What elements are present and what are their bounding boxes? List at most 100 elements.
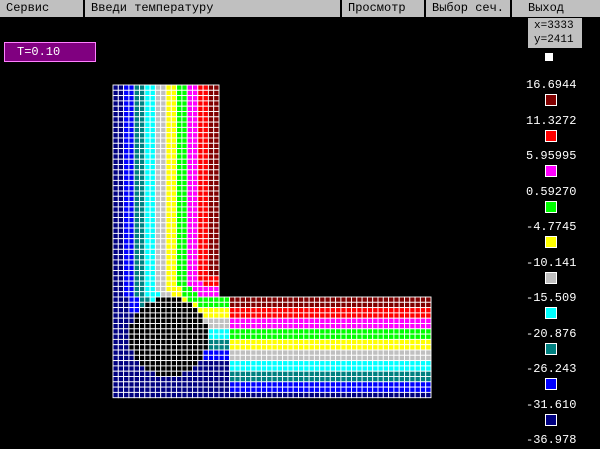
field-cell <box>398 344 405 351</box>
field-cell <box>123 285 130 293</box>
field-cell <box>160 386 167 393</box>
field-cell <box>112 169 119 176</box>
field-cell <box>366 365 374 372</box>
field-cell <box>117 222 125 229</box>
field-cell <box>186 386 193 393</box>
field-cell <box>123 121 130 128</box>
field-cell <box>181 132 188 139</box>
field-cell <box>356 317 363 324</box>
field-cell <box>181 376 188 383</box>
field-cell <box>186 105 193 112</box>
field-cell <box>398 354 405 362</box>
field-cell <box>345 386 352 393</box>
field-cell <box>144 386 151 393</box>
field-cell <box>207 254 215 261</box>
field-cell <box>298 354 305 362</box>
field-cell <box>382 333 390 340</box>
field-cell <box>276 349 284 356</box>
legend-swatch <box>545 413 557 426</box>
menu-enter-temperature[interactable]: Введи температуру <box>85 0 342 17</box>
field-cell <box>170 169 178 176</box>
hole-cell <box>144 349 151 356</box>
field-cell <box>356 296 363 303</box>
field-cell <box>361 365 368 372</box>
field-cell <box>133 227 140 234</box>
field-cell <box>298 338 305 346</box>
field-cell <box>292 354 299 362</box>
field-cell <box>197 248 204 256</box>
field-cell <box>117 264 125 271</box>
field-cell <box>377 360 384 367</box>
field-cell <box>170 232 178 240</box>
field-cell <box>176 111 183 118</box>
field-cell <box>197 132 204 139</box>
field-cell <box>202 291 209 298</box>
hole-cell <box>176 312 183 319</box>
field-cell <box>425 301 432 309</box>
field-cell <box>149 158 156 165</box>
field-cell <box>409 307 416 314</box>
menu-service[interactable]: Сервис <box>0 0 85 17</box>
field-cell <box>181 153 188 160</box>
field-cell <box>308 301 315 309</box>
field-cell <box>393 386 400 393</box>
field-cell <box>170 275 178 282</box>
field-cell <box>176 201 183 208</box>
field-cell <box>276 301 284 309</box>
field-cell <box>197 195 204 203</box>
field-cell <box>186 100 193 107</box>
menu-view[interactable]: Просмотр <box>342 0 426 17</box>
field-cell <box>409 344 416 351</box>
field-cell <box>133 259 140 266</box>
field-cell <box>393 338 400 346</box>
field-cell <box>351 360 358 367</box>
hole-cell <box>186 333 193 340</box>
hole-cell <box>202 344 209 351</box>
field-cell <box>377 365 384 372</box>
field-cell <box>223 354 231 362</box>
field-cell <box>245 354 252 362</box>
menu-select-section[interactable]: Выбор сеч. <box>426 0 512 17</box>
legend-value: 11.3272 <box>526 113 577 128</box>
field-cell <box>197 179 204 187</box>
field-cell <box>361 349 368 356</box>
field-cell <box>197 95 204 102</box>
field-cell <box>366 376 374 383</box>
field-cell <box>117 232 125 240</box>
field-cell <box>234 360 241 367</box>
field-cell <box>287 317 294 324</box>
field-cell <box>340 370 347 377</box>
field-cell <box>366 391 374 399</box>
hole-cell <box>170 333 178 340</box>
field-cell <box>419 307 427 314</box>
hole-cell <box>176 349 183 356</box>
field-cell <box>276 360 284 367</box>
field-cell <box>154 248 162 256</box>
field-cell <box>414 328 421 335</box>
field-cell <box>393 391 400 399</box>
field-cell <box>319 349 326 356</box>
field-cell <box>197 285 204 293</box>
field-cell <box>133 174 140 181</box>
hole-cell <box>165 333 172 340</box>
field-cell <box>133 190 140 197</box>
field-cell <box>414 307 421 314</box>
field-cell <box>276 381 284 388</box>
field-cell <box>139 164 146 171</box>
field-cell <box>165 169 172 176</box>
field-cell <box>123 195 130 203</box>
field-cell <box>170 386 178 393</box>
field-cell <box>329 381 337 388</box>
field-cell <box>218 323 225 330</box>
temperature-field-plot[interactable] <box>0 0 600 449</box>
field-cell <box>117 285 125 293</box>
field-cell <box>335 370 342 377</box>
field-cell <box>255 360 262 367</box>
field-cell <box>197 275 204 282</box>
field-cell <box>404 338 411 346</box>
field-cell <box>425 323 432 330</box>
field-cell <box>144 259 151 266</box>
legend-value: 5.95995 <box>526 149 577 163</box>
menu-exit[interactable]: Выход <box>512 0 600 17</box>
field-cell <box>144 100 151 107</box>
